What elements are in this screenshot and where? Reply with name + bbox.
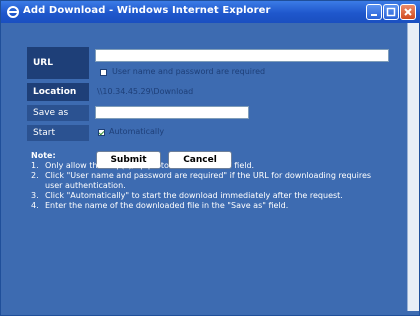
save-as-input[interactable] [95,106,249,119]
vertical-scrollbar[interactable] [407,23,419,311]
note-item: 3. Click "Automatically" to start the do… [31,191,381,201]
note-text: Click "Automatically" to start the downl… [45,191,343,200]
start-label: Start [27,125,89,141]
maximize-icon [386,7,396,17]
note-text: Enter the name of the downloaded file in… [45,201,289,210]
save-as-label: Save as [27,105,89,121]
url-input[interactable] [95,49,389,62]
notes-title: Note: [31,151,56,160]
auth-required-label: User name and password are required [112,67,266,76]
internet-explorer-icon [7,6,19,18]
note-item: 4. Enter the name of the downloaded file… [31,201,381,211]
note-item: 1. Only allow the http(s)/ftp protocol i… [31,161,381,171]
close-button[interactable] [400,4,416,20]
note-number: 3. [31,191,39,200]
location-label: Location [27,83,89,101]
close-icon [404,8,412,16]
minimize-button[interactable] [366,4,382,20]
location-value: \\10.34.45.29\Download [97,87,194,96]
title-bar[interactable]: Add Download - Windows Internet Explorer [1,1,420,23]
note-number: 1. [31,161,39,170]
maximize-button[interactable] [383,4,399,20]
notes-section: Note: 1. Only allow the http(s)/ftp prot… [31,151,381,211]
auth-required-checkbox[interactable] [100,69,107,76]
note-text: Click "User name and password are requir… [45,171,372,190]
window-title: Add Download - Windows Internet Explorer [23,5,271,16]
note-number: 2. [31,171,39,180]
auto-start-label: Automatically [109,127,165,136]
note-text: Only allow the http(s)/ftp protocol in t… [45,161,255,170]
minimize-icon [371,14,377,16]
ie-window: Add Download - Windows Internet Explorer… [0,0,420,316]
note-number: 4. [31,201,39,210]
url-label: URL [27,47,89,79]
note-item: 2. Click "User name and password are req… [31,171,381,191]
auto-start-checkbox[interactable] [98,129,105,136]
